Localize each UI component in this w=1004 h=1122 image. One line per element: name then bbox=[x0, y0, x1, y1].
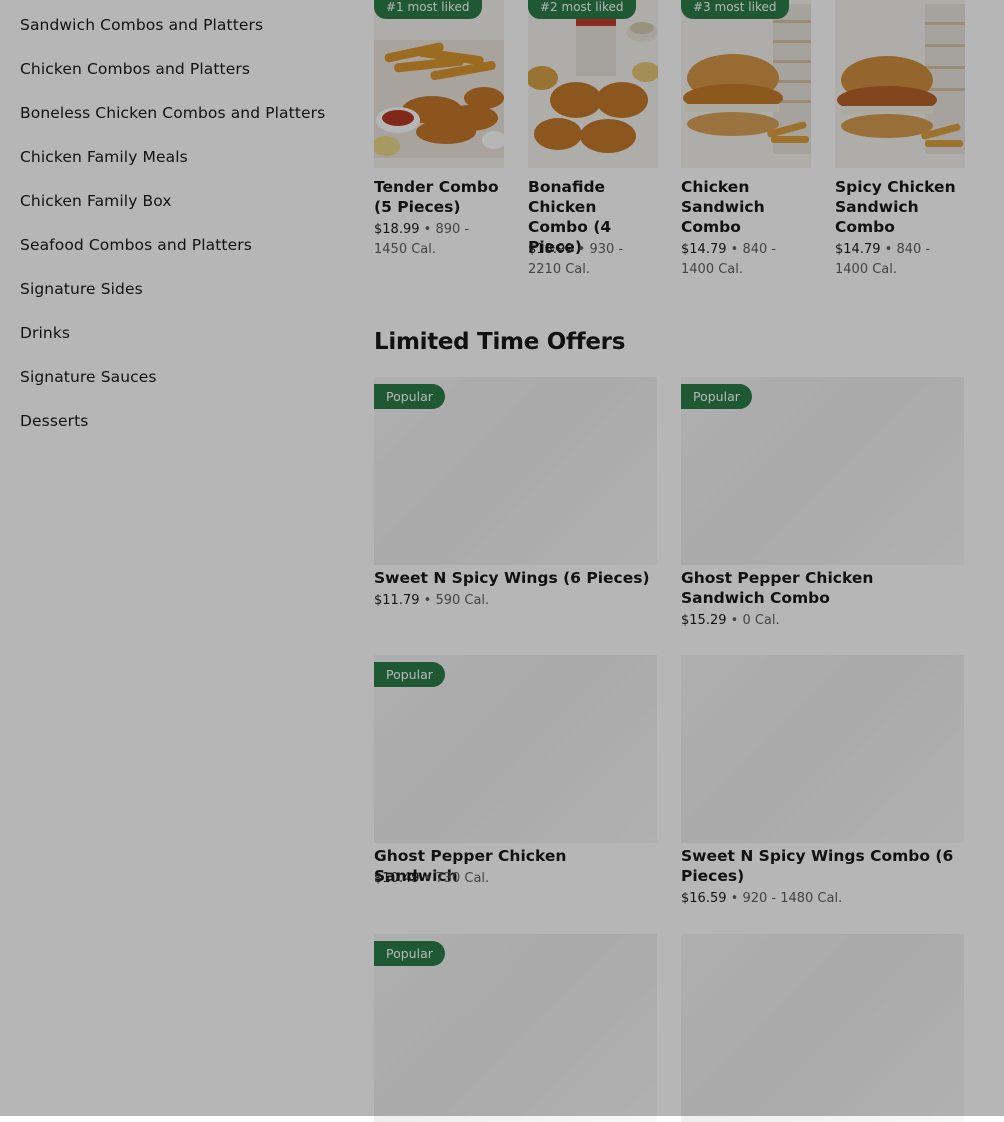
menu-page: Sandwich Combos and Platters Chicken Com… bbox=[0, 0, 1004, 1122]
modal-backdrop-overlay[interactable] bbox=[0, 0, 1004, 1116]
